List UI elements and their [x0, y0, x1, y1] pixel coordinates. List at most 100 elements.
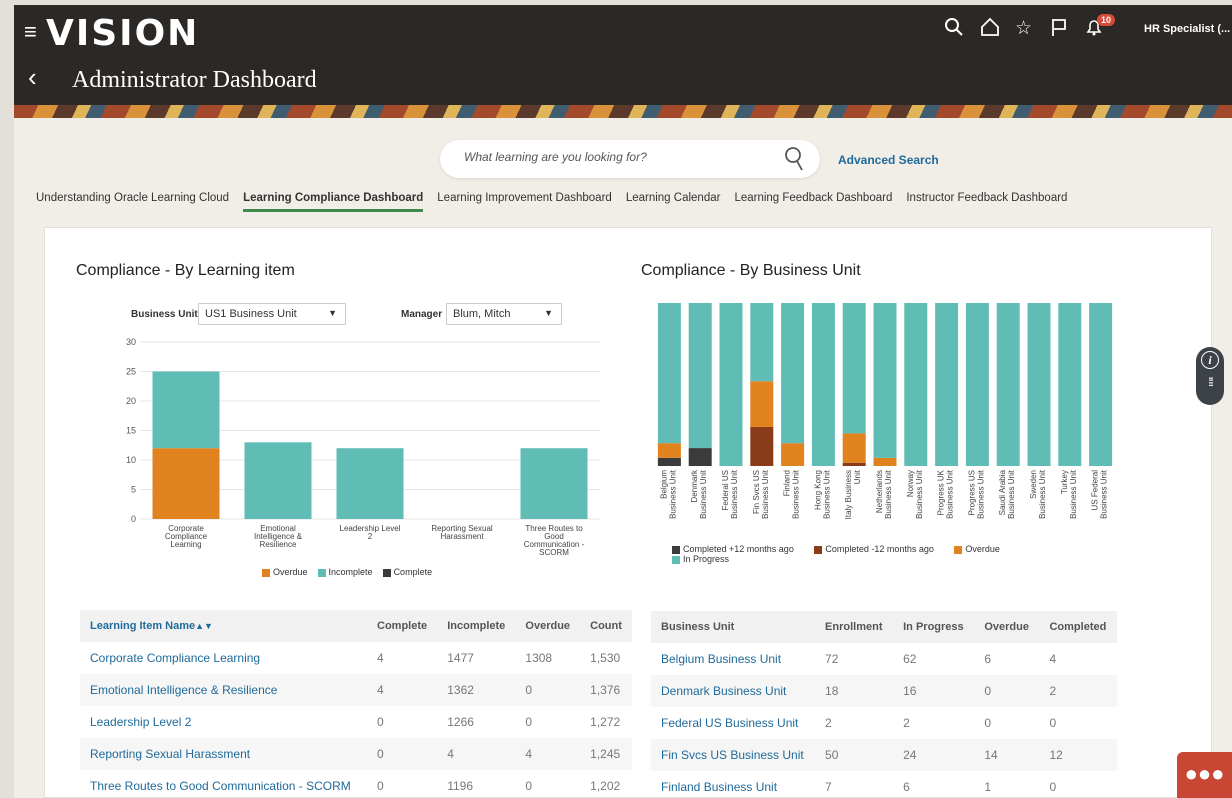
bar-incomplete[interactable] — [152, 371, 220, 449]
table-cell: 18 — [815, 675, 894, 707]
back-arrow-icon[interactable]: ‹ — [28, 62, 37, 93]
bar-segment[interactable] — [873, 457, 897, 466]
learning-item-table: Learning Item Name▲▼ Complete Incomplete… — [80, 610, 632, 798]
bar-segment[interactable] — [657, 457, 681, 466]
advanced-search-link[interactable]: Advanced Search — [838, 153, 939, 167]
x-tick-label: Belgium — [659, 470, 668, 499]
table-cell: 1 — [984, 780, 991, 794]
row-link[interactable]: Corporate Compliance Learning — [80, 642, 367, 674]
info-icon[interactable]: i — [1201, 351, 1219, 369]
bar-incomplete[interactable] — [336, 448, 404, 519]
legend-item-overdue[interactable]: Overdue — [262, 567, 308, 577]
column-header-complete[interactable]: Complete — [367, 610, 438, 642]
column-header-completed[interactable]: Completed — [1039, 611, 1117, 643]
row-link[interactable]: Fin Svcs US Business Unit — [651, 739, 816, 771]
column-header-business-unit[interactable]: Business Unit — [651, 611, 816, 643]
tab-learning-improvement[interactable]: Learning Improvement Dashboard — [437, 192, 612, 212]
bar-segment[interactable] — [1089, 303, 1113, 466]
legend-item-completed-old[interactable]: Completed +12 months ago — [672, 544, 794, 554]
bar-segment[interactable] — [688, 448, 712, 466]
chat-button[interactable]: ●●● — [1177, 752, 1232, 798]
home-icon[interactable] — [980, 17, 1000, 43]
flag-icon[interactable] — [1050, 17, 1068, 43]
tab-learning-compliance[interactable]: Learning Compliance Dashboard — [243, 192, 424, 212]
column-header-incomplete[interactable]: Incomplete — [437, 610, 516, 642]
legend-item-in-progress[interactable]: In Progress — [672, 554, 729, 564]
column-header-learning-item[interactable]: Learning Item Name▲▼ — [80, 610, 367, 642]
bar-segment[interactable] — [781, 303, 805, 444]
search-submit-icon[interactable] — [784, 146, 806, 178]
bar-segment[interactable] — [781, 443, 805, 466]
x-tick-label: Fin Svcs US — [752, 470, 761, 514]
bar-segment[interactable] — [842, 433, 866, 463]
column-header-in-progress[interactable]: In Progress — [893, 611, 975, 643]
user-menu[interactable]: HR Specialist (... ∨ — [1144, 22, 1232, 35]
column-header-enrollment[interactable]: Enrollment — [815, 611, 894, 643]
y-tick-label: 5 — [131, 485, 136, 495]
y-tick-label: 15 — [126, 426, 136, 436]
table-cell: 24 — [893, 739, 975, 771]
table-cell: 0 — [974, 675, 1040, 707]
legend-item-overdue[interactable]: Overdue — [954, 544, 1000, 554]
row-link[interactable]: Emotional Intelligence & Resilience — [80, 674, 367, 706]
page-title: Administrator Dashboard — [72, 67, 317, 93]
bar-overdue[interactable] — [152, 448, 220, 519]
tab-understanding-olc[interactable]: Understanding Oracle Learning Cloud — [36, 192, 229, 212]
column-header-overdue[interactable]: Overdue — [974, 611, 1040, 643]
bar-segment[interactable] — [719, 303, 743, 466]
bar-segment[interactable] — [935, 303, 959, 466]
app-logo: VISION — [46, 13, 200, 54]
bar-segment[interactable] — [750, 303, 774, 382]
learning-search-input[interactable] — [464, 150, 764, 164]
row-link[interactable]: Finland Business Unit — [651, 771, 815, 798]
tab-instructor-feedback[interactable]: Instructor Feedback Dashboard — [906, 192, 1067, 212]
column-header-overdue[interactable]: Overdue — [515, 610, 581, 642]
row-link[interactable]: Belgium Business Unit — [651, 643, 815, 675]
x-tick-label: Resilience — [260, 540, 297, 549]
bar-segment[interactable] — [750, 426, 774, 466]
row-link[interactable]: Federal US Business Unit — [651, 707, 815, 739]
row-link[interactable]: Reporting Sexual Harassment — [80, 738, 367, 770]
row-link[interactable]: Leadership Level 2 — [80, 706, 367, 738]
keypad-icon[interactable]: ⁞⁞⁞ — [1196, 375, 1224, 389]
bar-segment[interactable] — [1027, 303, 1051, 466]
bar-segment[interactable] — [842, 303, 866, 434]
tab-learning-calendar[interactable]: Learning Calendar — [626, 192, 721, 212]
x-tick-label: SCORM — [539, 548, 569, 557]
bar-segment[interactable] — [1058, 303, 1082, 466]
table-cell: 50 — [815, 739, 894, 771]
sort-icon[interactable]: ▲▼ — [195, 621, 213, 631]
bar-segment[interactable] — [904, 303, 928, 466]
bar-segment[interactable] — [996, 303, 1020, 466]
business-unit-select[interactable]: US1 Business Unit ▼ — [198, 303, 346, 325]
legend-item-incomplete[interactable]: Incomplete — [317, 567, 373, 577]
x-tick-label: Learning — [170, 540, 201, 549]
row-link[interactable]: Denmark Business Unit — [651, 675, 816, 707]
search-icon[interactable] — [944, 17, 964, 43]
column-header-count[interactable]: Count — [580, 610, 632, 642]
x-tick-label: Business Unit — [822, 469, 831, 519]
manager-select[interactable]: Blum, Mitch ▼ — [446, 303, 562, 325]
x-tick-label: Business Unit — [884, 469, 893, 519]
hamburger-menu-icon[interactable]: ≡ — [24, 19, 37, 45]
bar-incomplete[interactable] — [244, 442, 312, 519]
tab-learning-feedback[interactable]: Learning Feedback Dashboard — [734, 192, 892, 212]
business-unit-bar-chart: Belgium Business Unit Denmark Business Unit… — [657, 303, 1113, 519]
bar-segment[interactable] — [811, 303, 835, 466]
bar-segment[interactable] — [965, 303, 989, 466]
bar-segment[interactable] — [657, 303, 681, 444]
bar-segment[interactable] — [842, 462, 866, 466]
table-row: Belgium Business Unit 72 62 6 4 — [651, 643, 1117, 675]
bar-segment[interactable] — [688, 303, 712, 449]
legend-item-complete[interactable]: Complete — [382, 567, 432, 577]
row-link[interactable]: Three Routes to Good Communication - SCO… — [80, 770, 367, 798]
x-tick-label: Business Unit — [730, 469, 739, 519]
business-unit-chart-legend: Completed +12 months ago Completed -12 m… — [672, 544, 1032, 564]
bar-segment[interactable] — [750, 381, 774, 427]
bar-segment[interactable] — [657, 443, 681, 458]
star-icon[interactable]: ☆ — [1015, 17, 1032, 40]
bar-incomplete[interactable] — [520, 448, 588, 519]
help-panel: i ⁞⁞⁞ — [1196, 347, 1224, 405]
bar-segment[interactable] — [873, 303, 897, 458]
legend-item-completed-recent[interactable]: Completed -12 months ago — [814, 544, 934, 554]
